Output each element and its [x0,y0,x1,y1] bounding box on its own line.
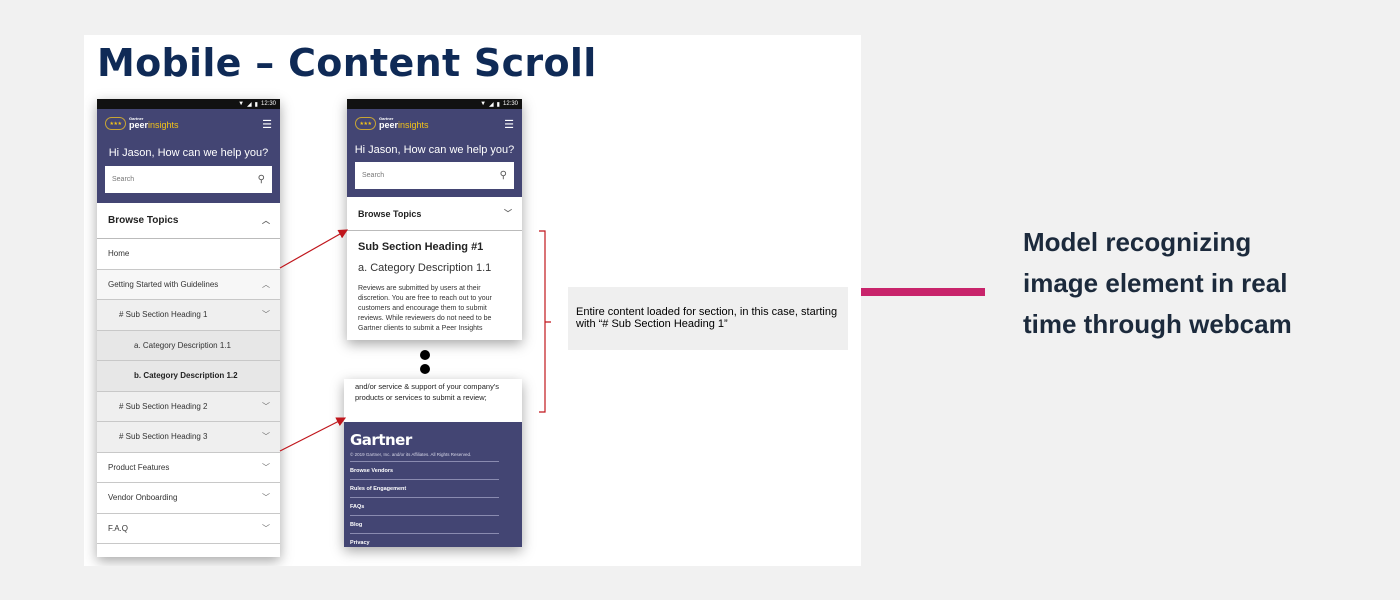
nav-item-vendor-onboarding[interactable]: Vendor Onboarding ﹀ [97,483,280,514]
search-input[interactable]: Search ⚲ [105,166,272,193]
chevron-down-icon: ﹀ [262,401,270,411]
chevron-down-icon: ﹀ [262,310,270,320]
phone-browse-topics: ▼ ◢ ▮ 12:30 ★★★ Gartner peerinsights ☰ H… [97,99,280,557]
chevron-down-icon: ﹀ [262,432,270,442]
hamburger-icon[interactable]: ☰ [262,120,272,131]
slide: Mobile – Content Scroll ▼ ◢ ▮ 12:30 ★★★ … [84,35,861,566]
gartner-logo[interactable]: Gartner [350,431,511,449]
browse-topics-header[interactable]: Browse Topics ﹀ [347,197,522,231]
nav-item-sub-section-3[interactable]: # Sub Section Heading 3 ﹀ [97,422,280,453]
callout-box: Entire content loaded for section, in th… [568,287,848,350]
section-paragraph: Reviews are submitted by users at their … [358,285,492,332]
footer-link-blog[interactable]: Blog [350,516,499,534]
peer-insights-logo[interactable]: ★★★ Gartner peerinsights [105,117,179,130]
battery-icon: ▮ [254,101,258,108]
chevron-down-icon: ﹀ [262,493,270,503]
scroll-ellipsis [420,350,430,378]
signal-icon: ◢ [247,101,252,108]
wifi-icon: ▼ [238,101,245,107]
logo-peer: peer [129,120,149,130]
status-time: 12:30 [502,101,518,107]
search-input[interactable]: Search ⚲ [355,162,514,189]
nav-item-category-1-2[interactable]: b. Category Description 1.2 [97,361,280,392]
section-paragraph-end: and/or service & support of your company… [344,379,522,422]
slide-title: Mobile – Content Scroll [97,41,597,85]
footer-link-privacy[interactable]: Privacy [350,534,499,547]
nav-item-getting-started[interactable]: Getting Started with Guidelines ︿ [97,269,280,300]
status-time: 12:30 [260,101,276,107]
status-bar: ▼ ◢ ▮ 12:30 [97,99,280,109]
wifi-icon: ▼ [480,101,487,107]
nav-item-home[interactable]: Home [97,239,280,270]
phone-section-footer: and/or service & support of your company… [344,379,522,547]
search-placeholder: Search [362,172,385,179]
battery-icon: ▮ [496,101,500,108]
status-bar: ▼ ◢ ▮ 12:30 [347,99,522,109]
stars-icon: ★★★ [105,117,126,130]
peer-insights-logo[interactable]: ★★★ Gartner peerinsights [355,117,429,130]
signal-icon: ◢ [489,101,494,108]
footer: Gartner © 2019 Gartner, Inc. and/or its … [344,422,522,547]
search-icon[interactable]: ⚲ [500,170,507,181]
chevron-up-icon: ︿ [262,216,270,225]
nav-item-category-1-1[interactable]: a. Category Description 1.1 [97,330,280,361]
app-header: ★★★ Gartner peerinsights ☰ Hi Jason, How… [347,109,522,197]
logo-insights: insights [398,120,429,130]
search-placeholder: Search [112,176,135,183]
chevron-down-icon: ﹀ [504,209,512,218]
chevron-down-icon: ﹀ [262,462,270,472]
greeting: Hi Jason, How can we help you? [108,147,269,159]
footer-link-faqs[interactable]: FAQs [350,498,499,516]
footer-link-rules[interactable]: Rules of Engagement [350,480,499,498]
side-caption: Model recognizing image element in real … [1023,227,1292,339]
copyright: © 2019 Gartner, Inc. and/or its Affiliat… [350,452,499,462]
stars-icon: ★★★ [355,117,376,130]
chevron-up-icon: ︿ [262,279,270,289]
browse-topics-header[interactable]: Browse Topics ︿ [97,203,280,239]
app-header: ★★★ Gartner peerinsights ☰ Hi Jason, How… [97,109,280,203]
nav-item-faq[interactable]: F.A.Q ﹀ [97,514,280,544]
logo-peer: peer [379,120,399,130]
nav-item-sub-section-1[interactable]: # Sub Section Heading 1 ﹀ [97,300,280,331]
phone-section-content: ▼ ◢ ▮ 12:30 ★★★ Gartner peerinsights ☰ H… [347,99,522,340]
greeting: Hi Jason, How can we help you? [354,144,515,156]
category-description: a. Category Description 1.1 [358,262,492,274]
nav-item-sub-section-2[interactable]: # Sub Section Heading 2 ﹀ [97,391,280,422]
search-icon[interactable]: ⚲ [258,174,265,185]
connector-bar [861,288,985,296]
section-content: Sub Section Heading #1 a. Category Descr… [347,231,522,340]
logo-insights: insights [148,120,179,130]
hamburger-icon[interactable]: ☰ [504,120,514,131]
nav-item-product-features[interactable]: Product Features ﹀ [97,453,280,483]
section-heading: Sub Section Heading #1 [358,241,484,253]
footer-link-browse-vendors[interactable]: Browse Vendors [350,462,499,480]
nav-item-cut-off[interactable] [97,544,280,557]
chevron-down-icon: ﹀ [262,523,270,533]
